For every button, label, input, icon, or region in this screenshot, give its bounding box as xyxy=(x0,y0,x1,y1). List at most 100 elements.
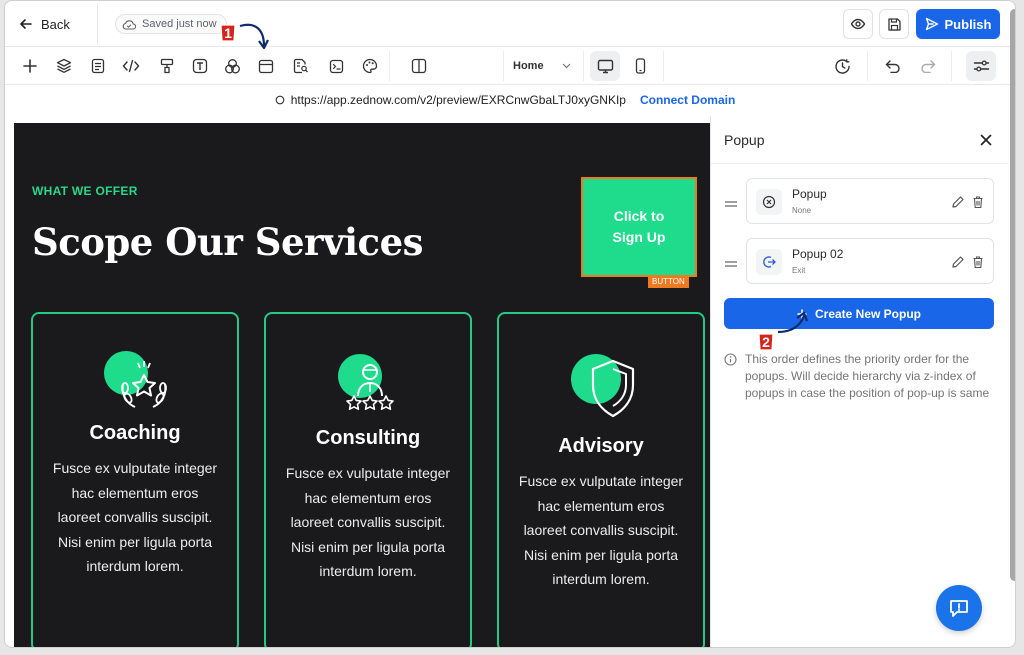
split-view-tool[interactable] xyxy=(408,55,430,77)
service-card-advisory[interactable]: Advisory Fusce ex vulputate integer hac … xyxy=(497,312,705,647)
shield-icon xyxy=(591,359,635,418)
history-clock-icon xyxy=(834,58,850,74)
popup-type-icon xyxy=(756,189,782,215)
add-element-tool[interactable] xyxy=(19,55,41,77)
service-card-consulting[interactable]: Consulting Fusce ex vulputate integer ha… xyxy=(264,312,472,647)
card-icon-wrap xyxy=(266,354,470,424)
annotation-arrow-1 xyxy=(239,23,269,50)
close-panel-button[interactable] xyxy=(977,131,995,149)
top-bar: Back Saved just now Publish xyxy=(5,1,1015,47)
card-body: Fusce ex vulputate integer hac elementum… xyxy=(52,460,218,574)
terminal-tool[interactable] xyxy=(325,55,347,77)
toolbar-divider xyxy=(867,51,868,81)
circles-icon xyxy=(224,58,240,73)
arrow-left-icon xyxy=(20,19,32,29)
exit-icon xyxy=(763,256,776,268)
popup-list-item[interactable]: Popup 02 Exit xyxy=(746,238,994,284)
format-painter-tool[interactable] xyxy=(156,55,178,77)
theme-tool[interactable] xyxy=(359,55,381,77)
save-status-badge: Saved just now xyxy=(115,14,227,34)
trash-icon[interactable] xyxy=(971,195,985,209)
eye-icon xyxy=(850,18,866,30)
panel-title: Popup xyxy=(724,132,765,148)
chat-widget-button[interactable] xyxy=(936,585,982,631)
step-badge-2: 2 xyxy=(756,332,776,352)
components-tool[interactable] xyxy=(221,55,243,77)
pages-tool[interactable] xyxy=(87,55,109,77)
redo-button[interactable] xyxy=(917,55,939,77)
create-popup-label: Create New Popup xyxy=(814,306,922,321)
sliders-icon xyxy=(973,60,989,72)
floppy-disk-icon xyxy=(887,17,901,31)
pencil-icon[interactable] xyxy=(951,255,965,269)
window-scrollbar[interactable] xyxy=(1010,9,1015,581)
columns-icon xyxy=(411,58,427,74)
paint-roller-icon xyxy=(160,58,174,74)
cloud-check-icon xyxy=(122,19,136,30)
trash-icon[interactable] xyxy=(971,255,985,269)
code-tool[interactable] xyxy=(120,55,142,77)
connect-domain-link[interactable]: Connect Domain xyxy=(640,93,735,107)
circle-x-icon xyxy=(762,195,776,209)
undo-button[interactable] xyxy=(882,55,904,77)
browser-window-icon xyxy=(258,59,274,73)
card-title: Advisory xyxy=(558,435,644,457)
code-icon xyxy=(122,59,140,73)
save-button[interactable] xyxy=(879,9,909,39)
card-body: Fusce ex vulputate integer hac elementum… xyxy=(518,473,684,587)
page-select[interactable]: Home xyxy=(513,57,571,75)
panel-header: Popup xyxy=(711,116,1007,164)
layers-tool[interactable] xyxy=(53,55,75,77)
annotation-arrow-2 xyxy=(777,311,809,334)
history-button[interactable] xyxy=(831,55,853,77)
service-card-coaching[interactable]: Coaching Fusce ex vulputate integer hac … xyxy=(31,312,239,647)
mobile-view-button[interactable] xyxy=(625,51,655,81)
settings-panel-button[interactable] xyxy=(966,51,996,81)
back-button[interactable]: Back xyxy=(19,13,70,35)
expert-rating-icon xyxy=(346,364,394,410)
desktop-icon xyxy=(597,59,613,73)
file-search-icon xyxy=(293,58,308,74)
publish-button[interactable]: Publish xyxy=(916,9,1000,39)
popup-name: Popup xyxy=(792,187,827,201)
saved-label: Saved just now xyxy=(142,18,217,30)
card-title: Consulting xyxy=(315,427,421,449)
section-eyebrow[interactable]: WHAT WE OFFER xyxy=(32,184,138,198)
seo-tool[interactable] xyxy=(290,55,312,77)
pencil-icon[interactable] xyxy=(951,195,965,209)
plus-icon xyxy=(23,59,37,73)
text-tool[interactable] xyxy=(189,55,211,77)
editor-window: Back Saved just now Publish Home https:/… xyxy=(4,0,1016,648)
editor-toolbar: Home xyxy=(5,47,1015,85)
popup-tool[interactable] xyxy=(255,55,277,77)
popup-name: Popup 02 xyxy=(792,247,844,261)
step-badge-2-label: 2 xyxy=(762,334,770,350)
drag-handle-icon[interactable] xyxy=(724,259,738,269)
popup-list-item[interactable]: Popup None xyxy=(746,178,994,224)
create-popup-button[interactable]: Create New Popup xyxy=(724,298,994,329)
toolbar-divider xyxy=(663,51,664,81)
layers-icon xyxy=(56,58,72,73)
mobile-icon xyxy=(635,58,645,74)
drag-handle-icon[interactable] xyxy=(724,199,738,209)
preview-url-link[interactable]: https://app.zednow.com/v2/preview/EXRCnw… xyxy=(291,93,626,107)
preview-button[interactable] xyxy=(843,9,873,39)
card-icon-wrap xyxy=(33,351,237,421)
undo-icon xyxy=(885,60,900,73)
close-icon xyxy=(980,134,992,146)
toolbar-divider xyxy=(583,51,584,81)
card-body: Fusce ex vulputate integer hac elementum… xyxy=(285,465,451,579)
send-icon xyxy=(925,17,938,31)
palette-icon xyxy=(362,58,378,74)
page-canvas[interactable]: WHAT WE OFFER Scope Our Services Click t… xyxy=(14,123,710,647)
popup-trigger: None xyxy=(792,206,812,215)
laurel-star-icon xyxy=(121,361,167,408)
chat-bubble-icon xyxy=(950,600,968,617)
desktop-view-button[interactable] xyxy=(590,51,620,81)
priority-note-text: This order defines the priority order fo… xyxy=(745,352,990,400)
cta-button[interactable]: Click to Sign Up xyxy=(581,177,697,277)
popup-panel: Popup Popup None Popup 02 Exit Create Ne… xyxy=(710,116,1007,647)
section-heading[interactable]: Scope Our Services xyxy=(32,220,423,264)
step-badge-1-label: 1 xyxy=(224,25,232,41)
terminal-icon xyxy=(329,59,343,73)
